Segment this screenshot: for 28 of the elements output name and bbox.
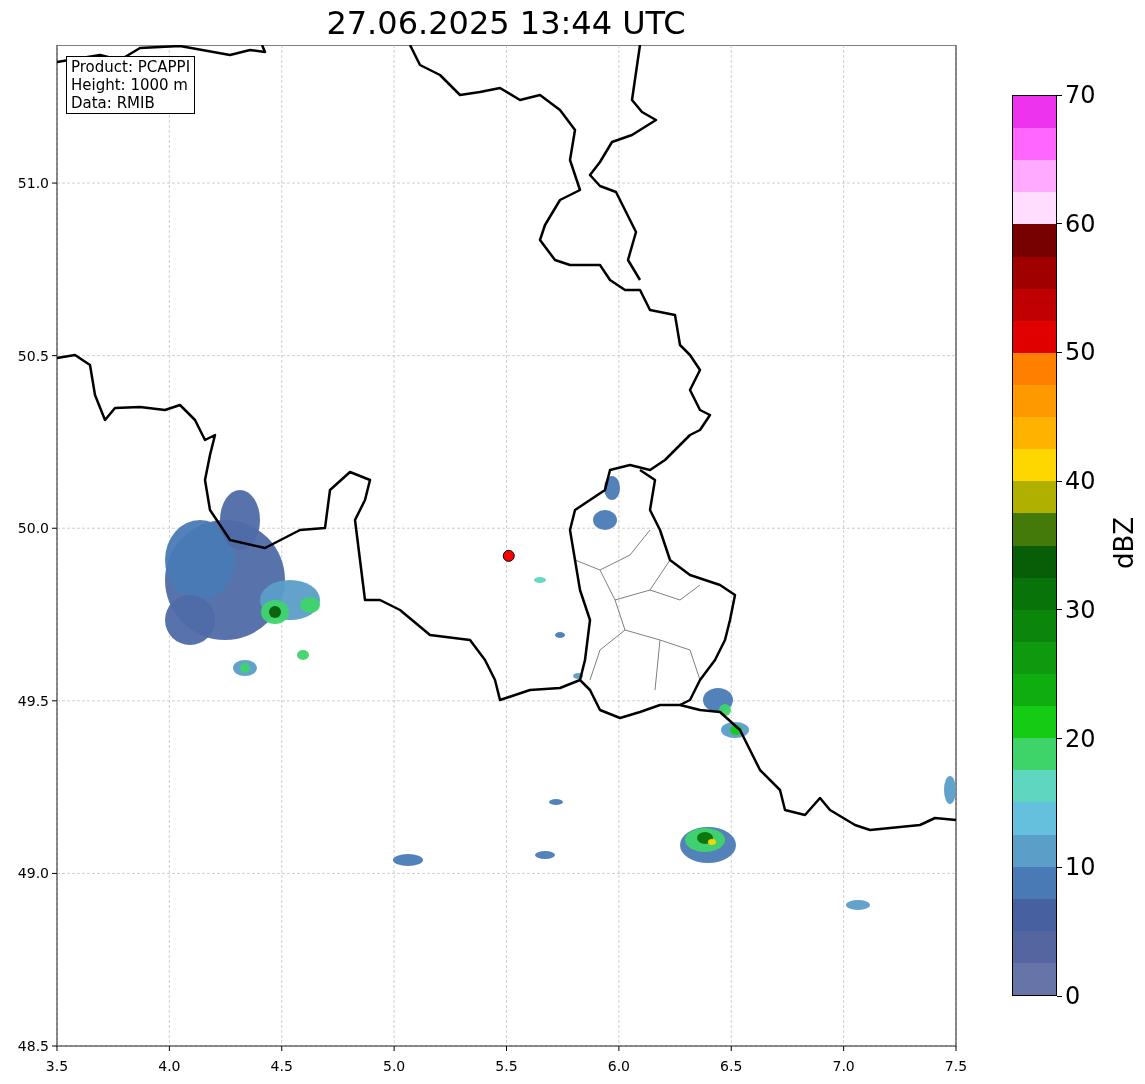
info-text: Data: RMIB xyxy=(71,94,156,112)
colorbar-tick-label: 0 xyxy=(1065,982,1081,1010)
x-tick-label: 6.0 xyxy=(607,1058,630,1074)
x-tick-label: 5.0 xyxy=(383,1058,406,1074)
x-tick-label: 7.0 xyxy=(832,1058,855,1074)
info-text: Product: PCAPPI xyxy=(71,58,191,76)
chart-title: 27.06.2025 13:44 UTC xyxy=(326,6,686,39)
y-tick-label: 50.5 xyxy=(17,347,49,364)
x-tick-label: 4.0 xyxy=(158,1058,181,1074)
x-tick-label: 4.5 xyxy=(270,1058,293,1074)
x-tick-label: 7.5 xyxy=(944,1058,968,1074)
y-tick-label: 48.5 xyxy=(17,1038,49,1054)
y-tick-label: 50.0 xyxy=(17,520,49,537)
colorbar-tick-label: 50 xyxy=(1065,338,1096,367)
y-tick-label: 51.0 xyxy=(17,175,49,192)
info-text: Height: 1000 m xyxy=(71,76,189,94)
colorbar-tick-label: 10 xyxy=(1065,853,1096,882)
colorbar-tick-label: 70 xyxy=(1065,81,1096,109)
x-tick-label: 5.5 xyxy=(495,1058,518,1074)
colorbar-tick-label: 60 xyxy=(1065,209,1096,238)
colorbar-tick-label: 30 xyxy=(1065,595,1096,624)
x-tick-label: 6.5 xyxy=(720,1058,743,1074)
y-tick-label: 49.5 xyxy=(17,692,49,709)
x-tick-label: 3.5 xyxy=(45,1058,69,1074)
colorbar-tick-label: 20 xyxy=(1065,724,1096,753)
y-tick-label: 49.0 xyxy=(17,865,49,882)
colorbar-tick-label: 40 xyxy=(1065,467,1096,496)
colorbar-label: dBZ xyxy=(1111,516,1138,570)
